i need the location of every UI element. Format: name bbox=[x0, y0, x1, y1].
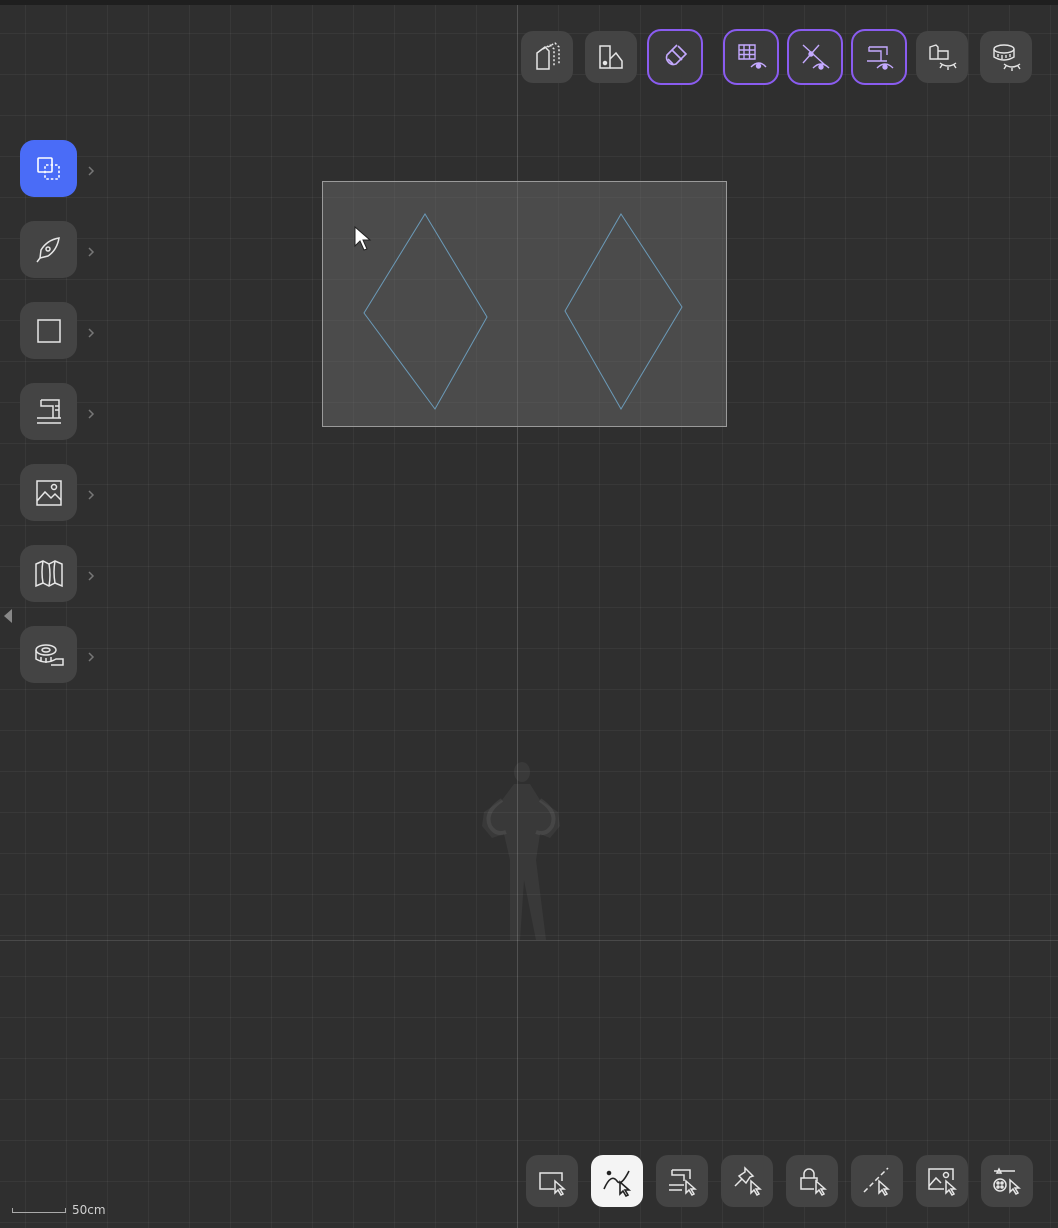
chevron-right-icon[interactable] bbox=[86, 407, 96, 421]
chevron-right-icon[interactable] bbox=[86, 569, 96, 583]
grid-eye-icon bbox=[738, 44, 767, 69]
fabric-swatch-button[interactable] bbox=[585, 31, 637, 83]
pen-nib-icon bbox=[35, 236, 60, 262]
grid-visibility-button[interactable] bbox=[723, 29, 779, 85]
rectangle-icon bbox=[36, 318, 61, 343]
select-tool-icon bbox=[36, 156, 60, 180]
chevron-right-icon[interactable] bbox=[86, 650, 96, 664]
diamond-shape-left bbox=[363, 213, 488, 410]
collapse-sidebar-handle[interactable] bbox=[4, 609, 12, 623]
pieces-stack-button[interactable] bbox=[521, 31, 573, 83]
piece-shapes bbox=[363, 213, 683, 410]
scale-indicator: 50cm bbox=[12, 1200, 106, 1220]
pen-tool-button[interactable] bbox=[20, 221, 77, 278]
select-piece-button[interactable] bbox=[526, 1155, 578, 1207]
pieces-stack-icon bbox=[536, 42, 560, 70]
fabric-swatch-icon bbox=[599, 45, 623, 69]
measure-hidden-button[interactable] bbox=[980, 31, 1032, 83]
rectangle-tool-button[interactable] bbox=[20, 302, 77, 359]
image-tool-button[interactable] bbox=[20, 464, 77, 521]
avatar-silhouette bbox=[482, 762, 560, 940]
sewing-visibility-button[interactable] bbox=[851, 29, 907, 85]
folded-map-icon bbox=[34, 559, 63, 587]
select-tool-button[interactable] bbox=[20, 140, 77, 197]
chevron-right-icon[interactable] bbox=[86, 488, 96, 502]
sewing-machine-icon bbox=[36, 398, 61, 424]
select-lock-icon bbox=[800, 1168, 827, 1196]
scale-bar bbox=[12, 1207, 66, 1213]
pieces-eye-closed-icon bbox=[929, 44, 957, 70]
pieces-hidden-button[interactable] bbox=[916, 31, 968, 83]
select-seam-icon bbox=[669, 1169, 697, 1196]
diamond-shape-right bbox=[564, 213, 683, 410]
sewing-tool-button[interactable] bbox=[20, 383, 77, 440]
select-curve-button[interactable] bbox=[591, 1155, 643, 1207]
measure-tool-button[interactable] bbox=[20, 626, 77, 683]
chevron-right-icon[interactable] bbox=[86, 326, 96, 340]
chevron-right-icon[interactable] bbox=[86, 164, 96, 178]
select-button-button[interactable] bbox=[981, 1155, 1033, 1207]
select-piece-icon bbox=[539, 1172, 566, 1196]
pattern-piece[interactable] bbox=[322, 181, 727, 427]
sewing-eye-icon bbox=[867, 46, 894, 70]
tape-measure-icon bbox=[34, 643, 64, 666]
select-button-icon bbox=[993, 1167, 1021, 1195]
chevron-right-icon[interactable] bbox=[86, 245, 96, 259]
magnet-icon bbox=[665, 44, 688, 66]
select-seam-button[interactable] bbox=[656, 1155, 708, 1207]
select-pin-button[interactable] bbox=[721, 1155, 773, 1207]
select-line-button[interactable] bbox=[851, 1155, 903, 1207]
points-visibility-button[interactable] bbox=[787, 29, 843, 85]
mouse-cursor-icon bbox=[354, 226, 372, 251]
scale-label: 50cm bbox=[72, 1203, 106, 1217]
select-lock-button[interactable] bbox=[786, 1155, 838, 1207]
image-icon bbox=[35, 479, 62, 506]
select-image-icon bbox=[928, 1168, 957, 1196]
select-image-button[interactable] bbox=[916, 1155, 968, 1207]
points-eye-icon bbox=[802, 44, 830, 70]
magnet-button[interactable] bbox=[647, 29, 703, 85]
measure-eye-closed-icon bbox=[993, 44, 1021, 71]
select-line-icon bbox=[863, 1167, 890, 1196]
map-tool-button[interactable] bbox=[20, 545, 77, 602]
select-pin-icon bbox=[734, 1166, 762, 1196]
select-curve-icon bbox=[603, 1170, 632, 1197]
